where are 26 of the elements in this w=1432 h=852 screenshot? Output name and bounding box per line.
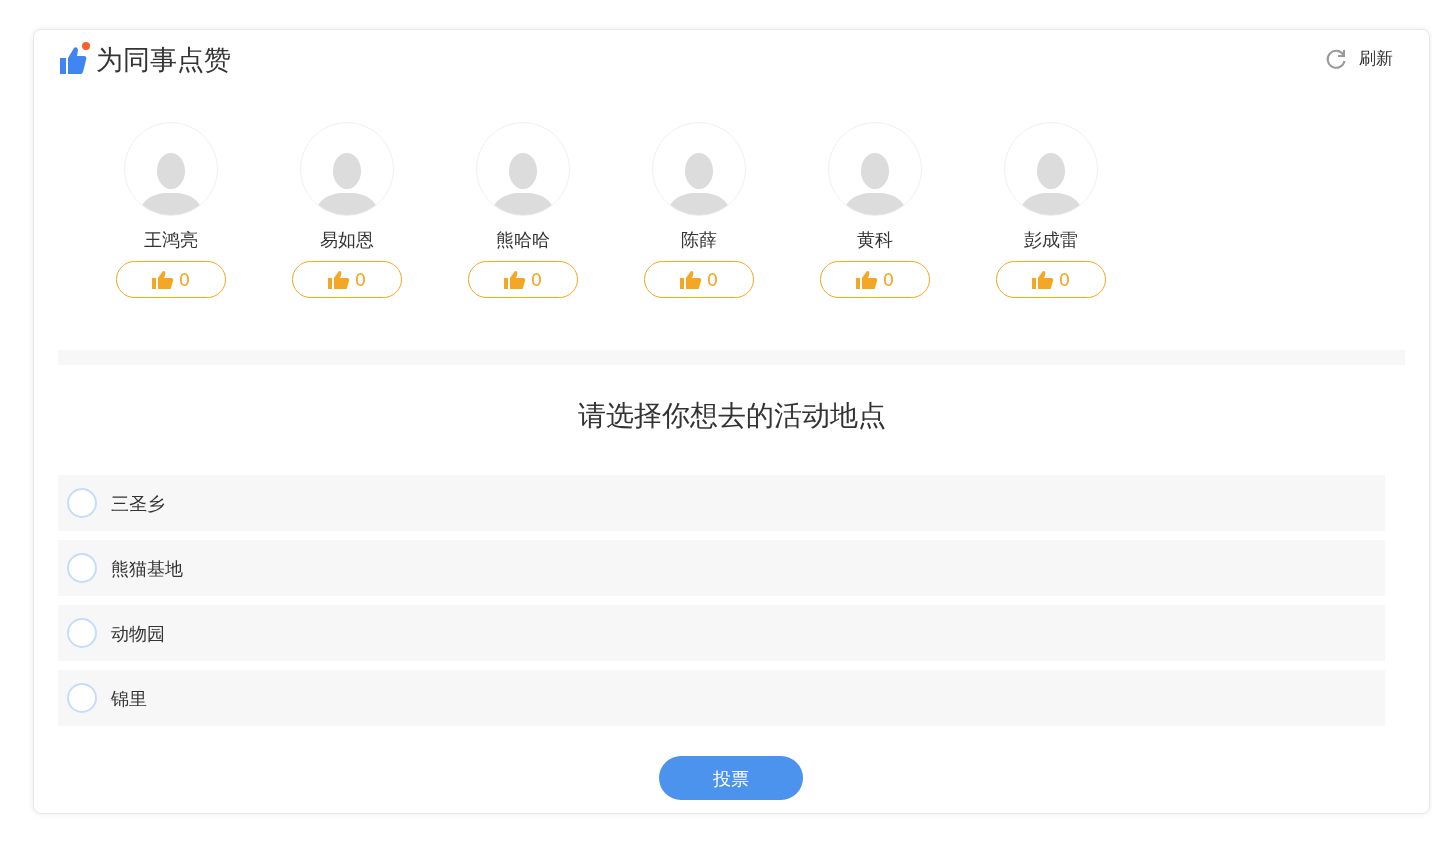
thumbs-up-icon [855, 270, 878, 289]
colleague-name: 熊哈哈 [496, 228, 550, 252]
poll-question: 请选择你想去的活动地点 [576, 398, 887, 434]
thumbs-up-icon [327, 270, 350, 289]
thumbs-up-icon [1031, 270, 1054, 289]
vote-button[interactable]: 投票 [658, 756, 803, 800]
radio-button[interactable] [67, 618, 97, 648]
radio-button[interactable] [67, 683, 97, 713]
thumbs-up-icon [503, 270, 526, 289]
poll-option[interactable]: 三圣乡 [58, 475, 1385, 531]
poll-option[interactable]: 动物园 [58, 605, 1385, 661]
thumbs-up-icon [679, 270, 702, 289]
colleague-name: 陈薛 [681, 228, 717, 252]
poll-option[interactable]: 锦里 [58, 670, 1385, 726]
refresh-button[interactable]: 刷新 [1325, 46, 1393, 72]
colleague-name: 王鸿亮 [144, 228, 198, 252]
colleague-name: 彭成雷 [1024, 228, 1078, 252]
radio-button[interactable] [67, 553, 97, 583]
colleague-name: 易如恩 [320, 228, 374, 252]
page-title: 为同事点赞 [96, 45, 231, 73]
thumbs-up-icon [151, 270, 174, 289]
thumbs-up-icon [58, 42, 90, 76]
poll-option[interactable]: 熊猫基地 [58, 540, 1385, 596]
refresh-icon [1325, 48, 1347, 70]
colleague-name: 黄科 [857, 228, 893, 252]
radio-button[interactable] [67, 488, 97, 518]
